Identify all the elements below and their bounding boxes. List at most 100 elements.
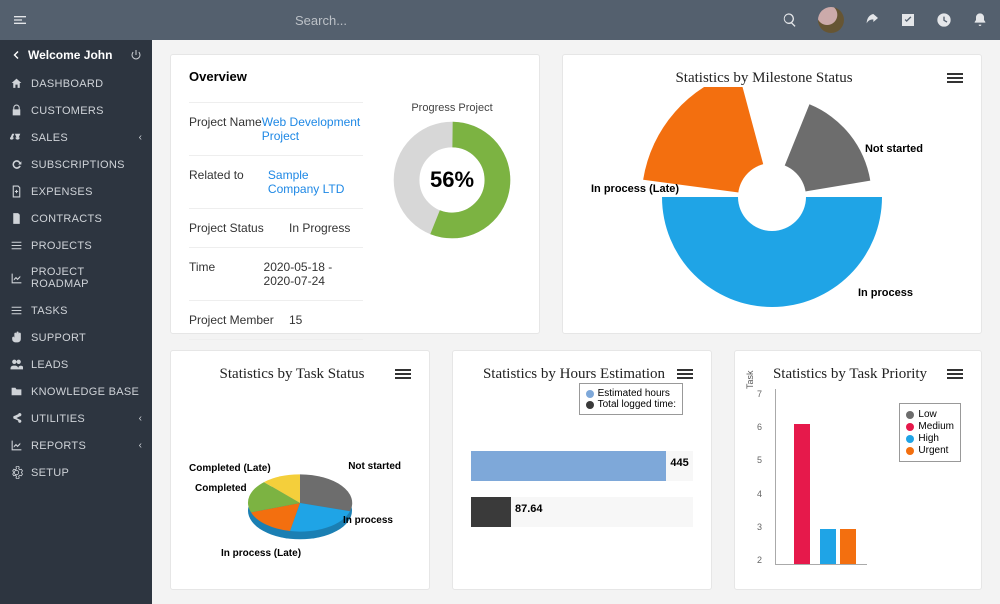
milestone-chart: Not started In process (Late) In process — [581, 87, 963, 307]
val-est: 445 — [670, 457, 688, 469]
nav-label: DASHBOARD — [31, 78, 142, 90]
nav-item-knowledge-base[interactable]: KNOWLEDGE BASE — [0, 378, 152, 405]
progress-donut: 56% — [392, 120, 512, 240]
nav-label: CONTRACTS — [31, 213, 142, 225]
priority-ylabel: Task — [745, 370, 755, 389]
search-icon[interactable] — [782, 12, 798, 28]
ov-key: Related to — [189, 168, 268, 196]
nav-item-sales[interactable]: SALES‹ — [0, 124, 152, 151]
main: Overview Project NameWeb Development Pro… — [152, 40, 1000, 604]
check-icon[interactable] — [900, 12, 916, 28]
avatar[interactable] — [818, 7, 844, 33]
nav-label: CUSTOMERS — [31, 105, 142, 117]
search-input[interactable] — [295, 13, 515, 28]
home-icon — [10, 77, 23, 90]
nav-item-leads[interactable]: LEADS — [0, 351, 152, 378]
ov-key: Project Status — [189, 221, 289, 235]
overview-row: Related toSample Company LTD — [189, 155, 363, 208]
nav-label: SETUP — [31, 467, 142, 479]
nav-label: PROJECT ROADMAP — [31, 266, 142, 290]
share-icon[interactable] — [864, 12, 880, 28]
bar-high — [820, 529, 836, 564]
welcome-header: Welcome John — [0, 40, 152, 70]
nav-item-projects[interactable]: PROJECTS — [0, 232, 152, 259]
overview-card: Overview Project NameWeb Development Pro… — [170, 54, 540, 334]
bar-medium — [794, 424, 810, 564]
priority-card: Statistics by Task Priority Task 765432 … — [734, 350, 982, 590]
nav-item-project-roadmap[interactable]: PROJECT ROADMAP — [0, 259, 152, 297]
hand-icon — [10, 331, 23, 344]
clock-icon[interactable] — [936, 12, 952, 28]
sidebar: Welcome John DASHBOARDCUSTOMERSSALES‹SUB… — [0, 40, 152, 604]
lock-icon — [10, 104, 23, 117]
milestone-title: Statistics by Milestone Status — [675, 70, 852, 86]
leg-log: Total logged time: — [598, 399, 676, 410]
lbl-in-process: In process — [343, 515, 393, 526]
hours-title: Statistics by Hours Estimation — [483, 366, 665, 382]
nav-label: SUBSCRIPTIONS — [31, 159, 142, 171]
bar-urgent — [840, 529, 856, 564]
list-icon — [10, 304, 23, 317]
lbl-completed-late: Completed (Late) — [189, 463, 271, 474]
folder-icon — [10, 385, 23, 398]
nav-list: DASHBOARDCUSTOMERSSALES‹SUBSCRIPTIONSEXP… — [0, 70, 152, 486]
chevron-left-icon: ‹ — [139, 413, 142, 424]
nav-item-utilities[interactable]: UTILITIES ‹ — [0, 405, 152, 432]
ov-value: 15 — [289, 313, 302, 327]
chart-icon — [10, 272, 23, 285]
nav-item-dashboard[interactable]: DASHBOARD — [0, 70, 152, 97]
lbl-completed: Completed — [195, 483, 247, 494]
nav-label: TASKS — [31, 305, 142, 317]
nav-item-subscriptions[interactable]: SUBSCRIPTIONS — [0, 151, 152, 178]
task-status-chart: Not started In process In process (Late)… — [189, 391, 411, 571]
nav-item-reports[interactable]: REPORTS‹ — [0, 432, 152, 459]
nav-item-setup[interactable]: SETUP — [0, 459, 152, 486]
label-not-started: Not started — [865, 143, 923, 155]
share-icon — [10, 412, 23, 425]
progress-donut-wrap: Progress Project 56% — [383, 102, 521, 340]
nav-item-expenses[interactable]: EXPENSES — [0, 178, 152, 205]
nav-item-tasks[interactable]: TASKS — [0, 297, 152, 324]
progress-pct: 56% — [392, 120, 512, 240]
chart-icon — [10, 439, 23, 452]
ov-value[interactable]: Sample Company LTD — [268, 168, 363, 196]
nav-label: EXPENSES — [31, 186, 142, 198]
file-out-icon — [10, 185, 23, 198]
progress-label: Progress Project — [383, 102, 521, 114]
overview-row: Time2020-05-18 - 2020-07-24 — [189, 247, 363, 300]
leg-low: Low — [918, 409, 936, 420]
priority-title: Statistics by Task Priority — [773, 366, 927, 382]
bell-icon[interactable] — [972, 12, 988, 28]
nav-label: REPORTS — [31, 440, 131, 452]
nav-label: UTILITIES — [31, 413, 131, 425]
ov-key: Project Name — [189, 115, 262, 143]
nav-label: SALES — [31, 132, 131, 144]
nav-item-support[interactable]: SUPPORT — [0, 324, 152, 351]
back-icon[interactable] — [10, 49, 22, 61]
nav-item-contracts[interactable]: CONTRACTS — [0, 205, 152, 232]
chart-menu-icon[interactable] — [677, 367, 693, 381]
list-icon — [10, 239, 23, 252]
chart-menu-icon[interactable] — [947, 71, 963, 85]
overview-table: Project NameWeb Development Project Relat… — [189, 102, 363, 340]
leg-urgent: Urgent — [918, 445, 948, 456]
ov-value: In Progress — [289, 221, 350, 235]
ov-value[interactable]: Web Development Project — [262, 115, 363, 143]
nav-label: KNOWLEDGE BASE — [31, 386, 142, 398]
overview-row: Project StatusIn Progress — [189, 208, 363, 247]
overview-row: Project Member15 — [189, 300, 363, 340]
users-icon — [10, 358, 23, 371]
chart-menu-icon[interactable] — [947, 367, 963, 381]
gear-icon — [10, 466, 23, 479]
val-log: 87.64 — [515, 503, 543, 515]
nav-item-customers[interactable]: CUSTOMERS — [0, 97, 152, 124]
hours-chart: Estimated hours Total logged time: 445 8… — [471, 383, 693, 563]
chart-menu-icon[interactable] — [395, 367, 411, 381]
nav-label: SUPPORT — [31, 332, 142, 344]
power-icon[interactable] — [130, 49, 142, 61]
lbl-in-process-late: In process (Late) — [221, 548, 301, 559]
label-in-process-late: In process (Late) — [591, 183, 679, 195]
task-status-title: Statistics by Task Status — [220, 366, 365, 382]
leg-high: High — [918, 433, 939, 444]
menu-toggle-icon[interactable] — [12, 12, 28, 28]
